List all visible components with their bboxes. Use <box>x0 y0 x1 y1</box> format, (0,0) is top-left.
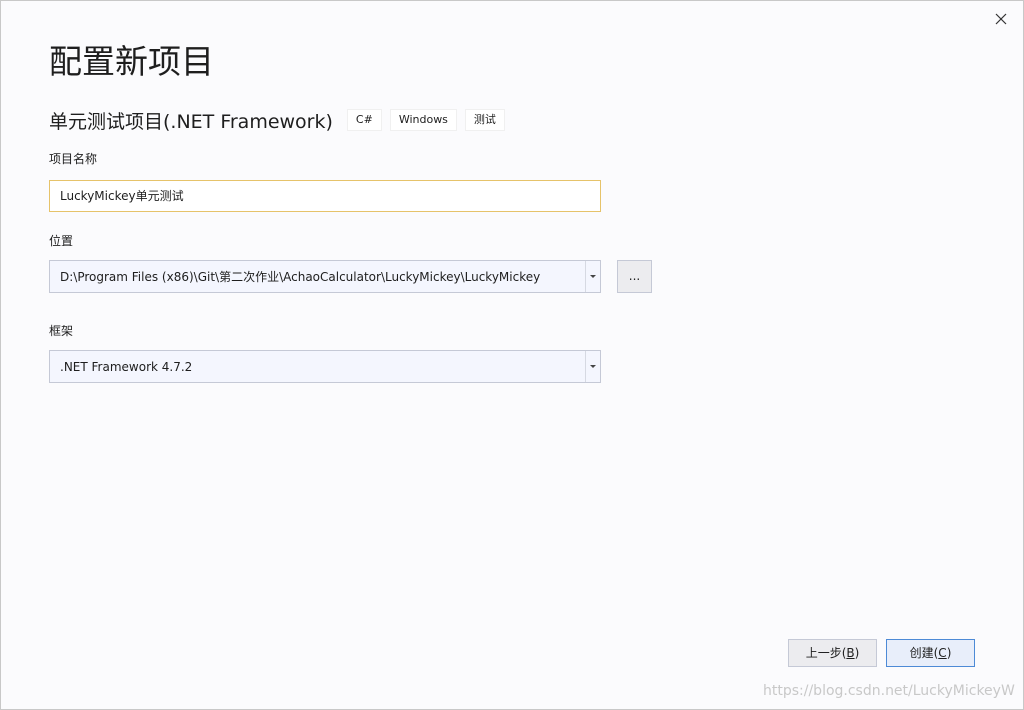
framework-value: .NET Framework 4.7.2 <box>60 359 193 374</box>
back-button-access-key: B <box>846 646 855 660</box>
location-combobox[interactable]: D:\Program Files (x86)\Git\第二次作业\AchaoCa… <box>49 260 601 293</box>
close-icon <box>995 13 1007 25</box>
location-dropdown-button[interactable] <box>585 261 600 292</box>
page-title: 配置新项目 <box>49 42 214 81</box>
project-name-input[interactable]: LuckyMickey单元测试 <box>49 180 601 212</box>
dialog-window: 配置新项目 单元测试项目(.NET Framework) C# Windows … <box>0 0 1024 710</box>
watermark: https://blog.csdn.net/LuckyMickeyW <box>763 683 1015 699</box>
template-header: 单元测试项目(.NET Framework) C# Windows 测试 <box>49 105 513 135</box>
back-button-label: 上一步( <box>805 646 847 660</box>
tag-language: C# <box>346 109 382 131</box>
project-name-label: 项目名称 <box>49 152 98 166</box>
back-button[interactable]: 上一步(B) <box>788 639 877 667</box>
template-name: 单元测试项目(.NET Framework) <box>49 110 333 133</box>
tag-project-type: 测试 <box>464 109 505 131</box>
chevron-down-icon <box>590 365 596 368</box>
location-value: D:\Program Files (x86)\Git\第二次作业\AchaoCa… <box>60 270 541 284</box>
close-button[interactable] <box>991 9 1011 29</box>
framework-combobox[interactable]: .NET Framework 4.7.2 <box>49 350 601 383</box>
back-button-label-end: ) <box>854 646 860 660</box>
framework-dropdown-button[interactable] <box>585 351 600 382</box>
create-button[interactable]: 创建(C) <box>886 639 975 667</box>
tag-platform: Windows <box>389 109 457 131</box>
create-button-access-key: C <box>938 646 947 660</box>
create-button-label: 创建( <box>909 646 939 660</box>
chevron-down-icon <box>590 275 596 278</box>
framework-label: 框架 <box>49 324 74 338</box>
location-label: 位置 <box>49 234 74 248</box>
browse-button[interactable]: ... <box>617 260 652 293</box>
create-button-label-end: ) <box>946 646 952 660</box>
